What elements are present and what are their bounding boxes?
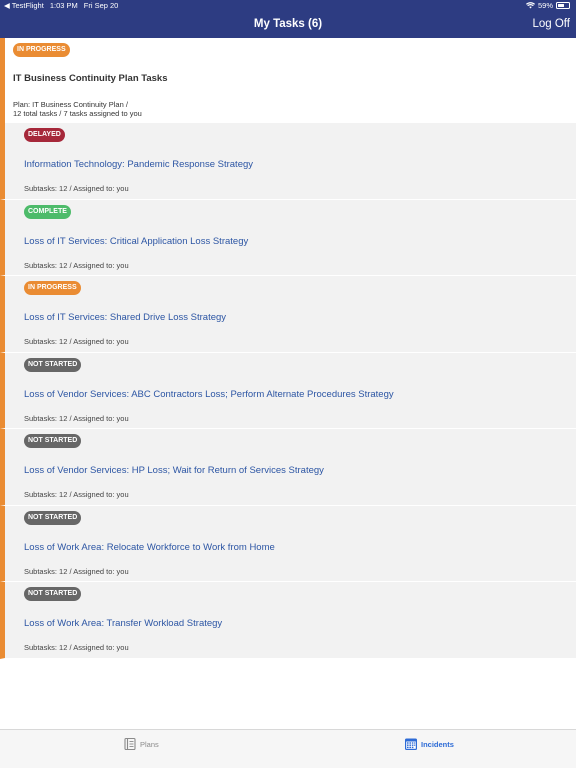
plan-summary-line2: 12 total tasks / 7 tasks assigned to you [13,109,142,118]
plan-summary: Plan: IT Business Continuity Plan / 12 t… [13,100,142,118]
task-status-badge: IN PROGRESS [24,281,81,295]
task-meta: Subtasks: 12 / Assigned to: you [24,490,129,499]
page-title: My Tasks (6) [253,18,323,30]
plan-header-card[interactable]: IN PROGRESS IT Business Continuity Plan … [0,38,576,123]
task-title-link[interactable]: Loss of Work Area: Transfer Workload Str… [24,618,222,629]
plan-summary-line1: Plan: IT Business Continuity Plan / [13,100,128,109]
book-icon [124,737,136,751]
task-row[interactable]: NOT STARTED Loss of Vendor Services: HP … [0,429,576,506]
status-date: Fri Sep 20 [83,1,119,10]
task-title-link[interactable]: Loss of Vendor Services: HP Loss; Wait f… [24,465,324,476]
tab-plans[interactable]: Plans [123,737,159,751]
plan-status-badge: IN PROGRESS [13,43,70,57]
task-title-link[interactable]: Information Technology: Pandemic Respons… [24,159,253,170]
task-list: IN PROGRESS IT Business Continuity Plan … [0,38,576,659]
battery-fill [558,4,564,7]
wifi-icon [525,2,535,9]
tab-bar: Plans Incidents [0,729,576,768]
task-title-link[interactable]: Loss of IT Services: Critical Applicatio… [24,236,248,247]
task-status-badge: DELAYED [24,128,65,142]
task-title-link[interactable]: Loss of IT Services: Shared Drive Loss S… [24,312,226,323]
task-meta: Subtasks: 12 / Assigned to: you [24,337,129,346]
status-left: ◀ TestFlight 1:03 PM Fri Sep 20 [4,1,118,10]
task-row[interactable]: DELAYED Information Technology: Pandemic… [0,123,576,200]
task-meta: Subtasks: 12 / Assigned to: you [24,566,129,576]
task-title-link[interactable]: Loss of Work Area: Relocate Workforce to… [24,542,275,553]
task-row[interactable]: COMPLETE Loss of IT Services: Critical A… [0,199,576,276]
task-meta: Subtasks: 12 / Assigned to: you [24,413,129,423]
battery-icon [556,2,570,9]
status-right: 59% [525,1,570,10]
tab-incidents-label: Incidents [421,739,454,749]
task-meta: Subtasks: 12 / Assigned to: you [24,184,129,193]
logoff-button[interactable]: Log Off [532,18,570,30]
task-title-link[interactable]: Loss of Vendor Services: ABC Contractors… [24,389,394,400]
tab-plans-label: Plans [140,739,159,749]
task-status-badge: NOT STARTED [24,357,82,372]
plan-title: IT Business Continuity Plan Tasks [13,73,168,84]
back-to-app-link[interactable]: ◀ TestFlight [4,1,44,10]
status-bar: ◀ TestFlight 1:03 PM Fri Sep 20 59% [0,0,576,12]
battery-percent: 59% [537,1,553,10]
task-row[interactable]: IN PROGRESS Loss of IT Services: Shared … [0,276,576,353]
tab-incidents[interactable]: Incidents [404,737,454,751]
task-row[interactable]: NOT STARTED Loss of Work Area: Relocate … [0,505,576,582]
task-meta: Subtasks: 12 / Assigned to: you [24,260,129,270]
task-meta: Subtasks: 12 / Assigned to: you [24,643,129,652]
task-status-badge: COMPLETE [24,204,71,219]
task-row[interactable]: NOT STARTED Loss of Vendor Services: ABC… [0,352,576,429]
task-status-badge: NOT STARTED [24,587,82,601]
task-status-badge: NOT STARTED [24,434,82,448]
task-row[interactable]: NOT STARTED Loss of Work Area: Transfer … [0,582,576,659]
calendar-icon [405,738,417,750]
nav-bar: My Tasks (6) Log Off [0,12,576,38]
task-status-badge: NOT STARTED [24,510,82,525]
status-time: 1:03 PM [49,1,78,10]
